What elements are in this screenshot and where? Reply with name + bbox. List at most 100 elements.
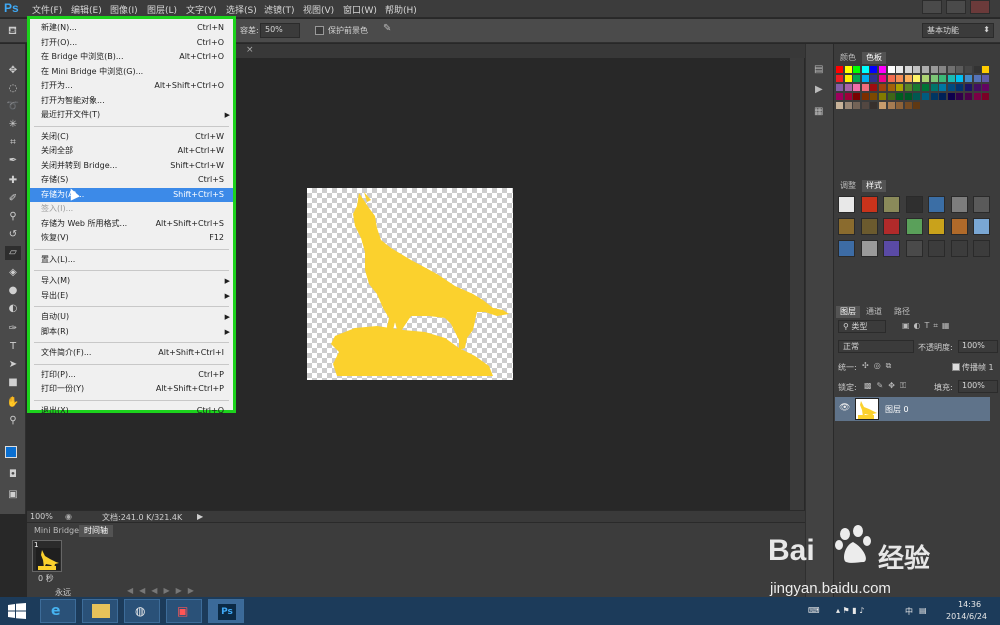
properties-panel-icon[interactable]: ▦ (814, 106, 823, 117)
color-swatch[interactable] (982, 93, 990, 100)
file-menu-item[interactable]: 导入(M) ▶ (30, 274, 233, 288)
file-menu-item[interactable]: 存储为 Web 所用格式... Alt+Shift+Ctrl+S (30, 217, 233, 231)
tab-timeline[interactable]: 时间轴 (79, 525, 113, 537)
file-menu-item[interactable]: 关闭全部 Alt+Ctrl+W (30, 144, 233, 158)
menu-item-4[interactable]: 文字(Y) (186, 3, 217, 16)
tab-channels[interactable]: 通道 (862, 306, 886, 318)
eraser-tool-icon[interactable]: ▱ (5, 246, 21, 260)
fill-input[interactable]: 100% (958, 380, 998, 393)
protect-foreground-checkbox[interactable] (315, 26, 324, 35)
color-swatch[interactable] (861, 75, 869, 82)
color-swatch[interactable] (913, 66, 921, 73)
color-swatch[interactable] (904, 102, 912, 109)
blend-mode-select[interactable]: 正常 (838, 340, 914, 353)
file-menu-item[interactable]: 脚本(R) ▶ (30, 325, 233, 339)
file-menu-item[interactable]: 退出(X) Ctrl+Q (30, 404, 233, 418)
color-swatch[interactable] (965, 75, 972, 82)
file-menu-item[interactable]: 最近打开文件(T) ▶ (30, 108, 233, 122)
style-preset[interactable] (883, 196, 900, 213)
color-swatch[interactable] (853, 102, 861, 109)
style-preset[interactable] (838, 240, 855, 257)
color-swatch[interactable] (870, 84, 878, 91)
style-preset[interactable] (973, 196, 990, 213)
windows-start-icon[interactable] (8, 603, 26, 619)
menu-item-2[interactable]: 图像(I) (110, 3, 138, 16)
style-preset[interactable] (950, 240, 968, 257)
file-menu-item[interactable]: 文件简介(F)... Alt+Shift+Ctrl+I (30, 346, 233, 360)
color-swatch[interactable] (853, 75, 861, 82)
color-swatch[interactable] (913, 102, 921, 109)
rectangle-tool-icon[interactable]: ■ (5, 376, 21, 390)
paint-bucket-icon[interactable]: ◈ (5, 266, 21, 280)
eyedropper-tool-icon[interactable]: ✒ (5, 154, 21, 168)
color-swatch[interactable] (930, 75, 938, 82)
path-selection-icon[interactable]: ➤ (5, 358, 21, 372)
eye-icon[interactable]: 👁 (839, 403, 850, 413)
restore-button[interactable] (946, 0, 966, 14)
color-swatch[interactable] (836, 75, 843, 82)
color-swatch[interactable] (861, 84, 869, 91)
color-swatch[interactable] (956, 93, 964, 100)
actions-panel-icon[interactable]: ▶ (815, 84, 823, 95)
crop-tool-icon[interactable]: ⌗ (5, 136, 21, 150)
tab-mini-bridge[interactable]: Mini Bridge (29, 525, 84, 537)
color-swatch[interactable] (973, 75, 981, 82)
style-preset[interactable] (928, 240, 945, 257)
file-menu-item[interactable]: 导出(E) ▶ (30, 289, 233, 303)
color-swatch[interactable] (896, 84, 904, 91)
recorder-taskbar-icon[interactable]: ▣ (166, 599, 202, 623)
style-preset[interactable] (860, 240, 878, 257)
color-swatch[interactable] (956, 66, 964, 73)
style-preset[interactable] (905, 196, 923, 213)
color-swatch[interactable] (844, 84, 852, 91)
color-swatch[interactable] (922, 66, 929, 73)
file-menu-item[interactable]: 打开(O)... Ctrl+O (30, 36, 233, 50)
history-brush-icon[interactable]: ↺ (5, 228, 21, 242)
color-swatch[interactable] (887, 66, 895, 73)
magic-wand-icon[interactable]: ✳ (5, 118, 21, 132)
menu-item-7[interactable]: 视图(V) (303, 3, 334, 16)
blur-tool-icon[interactable]: ● (5, 284, 21, 298)
animation-frame[interactable]: 1 (32, 540, 62, 572)
foreground-color-swatch[interactable] (5, 446, 17, 458)
color-swatch[interactable] (896, 75, 904, 82)
color-swatch[interactable] (904, 93, 912, 100)
color-swatch[interactable] (853, 93, 861, 100)
tab-adjustments[interactable]: 调整 (836, 180, 860, 192)
pen-tool-icon[interactable]: ✑ (5, 322, 21, 336)
color-swatch[interactable] (930, 66, 938, 73)
style-preset[interactable] (928, 218, 945, 235)
color-swatch[interactable] (887, 84, 895, 91)
file-menu-item[interactable]: 关闭并转到 Bridge... Shift+Ctrl+W (30, 159, 233, 173)
color-swatch[interactable] (939, 66, 947, 73)
color-swatch[interactable] (947, 75, 955, 82)
opacity-input[interactable]: 100% (958, 340, 998, 353)
color-swatch[interactable] (879, 75, 886, 82)
color-swatch[interactable] (973, 93, 981, 100)
app-taskbar-icon[interactable]: ◍ (124, 599, 160, 623)
file-menu-item[interactable]: 置入(L)... (30, 253, 233, 267)
healing-brush-icon[interactable]: ✚ (5, 174, 21, 188)
menu-item-0[interactable]: 文件(F) (32, 3, 62, 16)
style-preset[interactable] (905, 240, 923, 257)
color-swatch[interactable] (836, 84, 843, 91)
style-preset[interactable] (860, 196, 878, 213)
color-swatch[interactable] (870, 93, 878, 100)
frame-delay[interactable]: 0 秒 (38, 573, 54, 584)
style-preset[interactable] (860, 218, 878, 235)
color-swatch[interactable] (861, 93, 869, 100)
file-menu-item[interactable]: 在 Bridge 中浏览(B)... Alt+Ctrl+O (30, 50, 233, 64)
image-canvas[interactable] (307, 188, 513, 380)
color-swatch[interactable] (965, 93, 972, 100)
zoom-tool-icon[interactable]: ⚲ (5, 414, 21, 428)
color-swatch[interactable] (956, 75, 964, 82)
color-swatch[interactable] (913, 75, 921, 82)
dodge-tool-icon[interactable]: ◐ (5, 302, 21, 316)
color-swatch[interactable] (904, 66, 912, 73)
lock-icons[interactable]: ▩✎✥⚿ (864, 381, 911, 391)
minimize-button[interactable] (922, 0, 942, 14)
move-tool-icon[interactable]: ✥ (5, 64, 21, 78)
file-menu-item[interactable]: 存储(S) Ctrl+S (30, 173, 233, 187)
color-swatch[interactable] (887, 93, 895, 100)
color-swatch[interactable] (939, 75, 947, 82)
